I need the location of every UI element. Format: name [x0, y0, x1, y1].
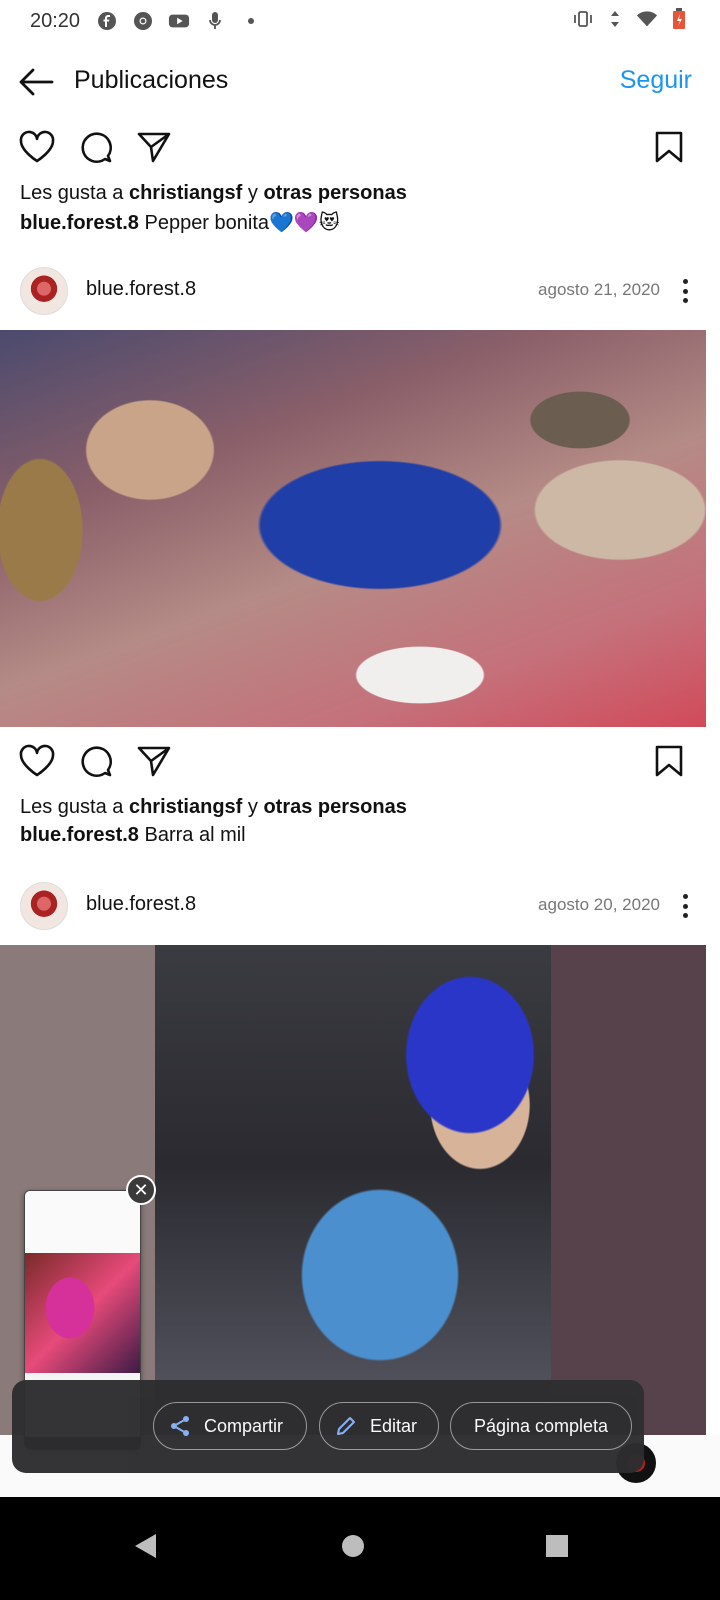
- close-preview-button[interactable]: ✕: [126, 1175, 156, 1205]
- caption-text: Barra al mil: [138, 824, 246, 846]
- caption-text: Pepper bonita💙💜😻: [138, 212, 340, 234]
- post-photo[interactable]: [0, 330, 706, 727]
- share-button[interactable]: [134, 741, 174, 781]
- liker-link[interactable]: christiangsf: [129, 182, 242, 204]
- likes-summary: Les gusta a christiangsf y otras persona…: [20, 182, 407, 205]
- pencil-icon: [334, 1414, 358, 1438]
- likes-summary: Les gusta a christiangsf y otras persona…: [20, 796, 407, 819]
- heart-icon: [19, 130, 55, 163]
- share-label: Compartir: [204, 1415, 284, 1436]
- status-time: 20:20: [30, 9, 81, 32]
- share-icon: [168, 1414, 192, 1438]
- likes-mid: y: [242, 182, 264, 204]
- full-page-label: Página completa: [473, 1415, 609, 1436]
- post-username[interactable]: blue.forest.8: [86, 893, 196, 916]
- liker-link[interactable]: christiangsf: [129, 796, 242, 818]
- follow-button[interactable]: Seguir: [620, 66, 692, 95]
- status-bar: 20:20: [0, 0, 720, 42]
- youtube-icon: [168, 10, 190, 32]
- avatar[interactable]: [20, 882, 68, 930]
- preview-header: [25, 1191, 140, 1253]
- post-header: blue.forest.8 agosto 20, 2020: [0, 876, 720, 936]
- send-icon: [137, 746, 171, 777]
- comment-button[interactable]: [76, 127, 116, 167]
- wifi-icon: [636, 8, 658, 30]
- heart-icon: [19, 744, 55, 777]
- caption: blue.forest.8 Pepper bonita💙💜😻: [20, 210, 340, 235]
- save-button[interactable]: [649, 741, 689, 781]
- more-notifications-dot-icon: [240, 10, 262, 32]
- avatar[interactable]: [20, 267, 68, 315]
- battery-icon: [668, 8, 690, 30]
- screenshot-actions-panel: Compartir Editar Página completa: [12, 1380, 644, 1473]
- post-actions: [0, 735, 720, 787]
- system-navigation-bar: [0, 1497, 720, 1600]
- share-chip[interactable]: Compartir: [153, 1402, 307, 1450]
- back-button[interactable]: [16, 62, 56, 102]
- caption-username[interactable]: blue.forest.8: [20, 824, 139, 846]
- post-header: blue.forest.8 agosto 21, 2020: [0, 261, 720, 321]
- data-arrows-icon: [604, 8, 626, 30]
- likes-mid: y: [242, 796, 264, 818]
- save-button[interactable]: [649, 127, 689, 167]
- preview-image: [25, 1253, 140, 1373]
- edit-label: Editar: [370, 1415, 418, 1436]
- circle-home-icon: [342, 1535, 364, 1557]
- triangle-back-icon: [135, 1534, 156, 1558]
- post-actions: [0, 121, 720, 173]
- microphone-icon: [204, 10, 226, 32]
- caption-username[interactable]: blue.forest.8: [20, 212, 139, 234]
- likes-prefix: Les gusta a: [20, 796, 129, 818]
- share-button[interactable]: [134, 127, 174, 167]
- edit-chip[interactable]: Editar: [319, 1402, 439, 1450]
- likes-prefix: Les gusta a: [20, 182, 129, 204]
- arrow-left-icon: [19, 68, 54, 96]
- more-options-button[interactable]: [672, 275, 698, 307]
- post-date: agosto 20, 2020: [538, 895, 660, 914]
- full-page-chip[interactable]: Página completa: [450, 1402, 632, 1450]
- comment-button[interactable]: [76, 741, 116, 781]
- square-recents-icon: [546, 1535, 568, 1557]
- nav-back-button[interactable]: [120, 1521, 170, 1571]
- page-title: Publicaciones: [74, 66, 229, 94]
- like-button[interactable]: [17, 741, 57, 781]
- others-link[interactable]: otras personas: [263, 182, 406, 204]
- system-icons: [572, 8, 690, 30]
- others-link[interactable]: otras personas: [263, 796, 406, 818]
- more-options-button[interactable]: [672, 890, 698, 922]
- app-header: Publicaciones Seguir: [0, 50, 720, 112]
- nav-home-button[interactable]: [328, 1521, 378, 1571]
- like-button[interactable]: [17, 127, 57, 167]
- bookmark-icon: [655, 131, 683, 163]
- nav-recents-button[interactable]: [532, 1521, 582, 1571]
- chrome-icon: [132, 10, 154, 32]
- facebook-icon: [96, 10, 118, 32]
- caption: blue.forest.8 Barra al mil: [20, 824, 246, 847]
- bookmark-icon: [655, 745, 683, 777]
- comment-icon: [81, 746, 113, 778]
- post-username[interactable]: blue.forest.8: [86, 278, 196, 301]
- notification-icons: [96, 10, 262, 32]
- vibrate-icon: [572, 8, 594, 30]
- comment-icon: [81, 132, 113, 164]
- post-date: agosto 21, 2020: [538, 280, 660, 299]
- send-icon: [137, 132, 171, 163]
